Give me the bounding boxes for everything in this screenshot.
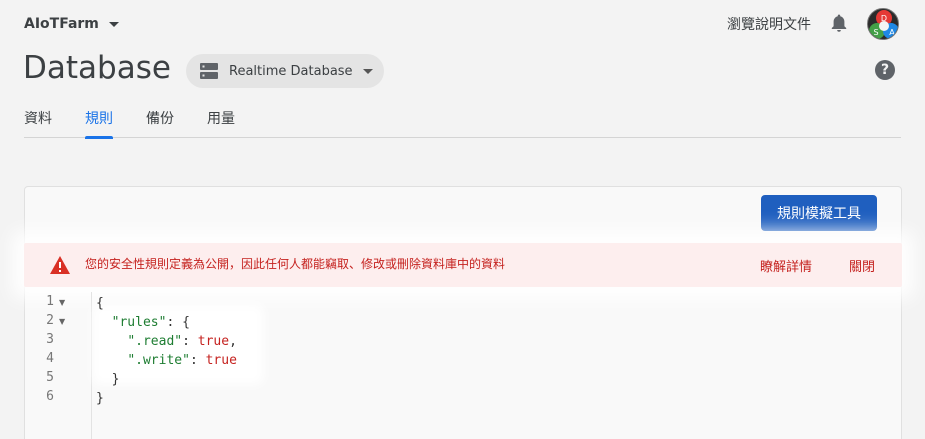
code-brace: }: [96, 391, 104, 406]
code-key: ".write": [127, 353, 190, 368]
warning-icon: [50, 256, 70, 274]
user-avatar[interactable]: D S A: [867, 8, 899, 40]
chevron-down-icon: [362, 68, 373, 74]
avatar-letter-a: A: [889, 28, 895, 37]
database-selector[interactable]: Realtime Database: [186, 54, 384, 88]
code-punct: :: [189, 353, 206, 368]
code-value: true: [205, 353, 237, 368]
code-line-2[interactable]: "rules": {: [96, 313, 190, 332]
fold-toggle-icon[interactable]: ▼: [59, 317, 65, 326]
line-number: 1: [46, 294, 54, 309]
chevron-down-icon: [108, 21, 119, 27]
code-line-6[interactable]: }: [96, 389, 104, 408]
line-number: 5: [46, 370, 54, 385]
database-selector-label: Realtime Database: [229, 63, 353, 79]
project-name: AIoTFarm: [24, 16, 99, 32]
code-key: "rules": [111, 315, 167, 330]
line-number: 6: [46, 389, 54, 404]
database-icon: [200, 63, 218, 79]
line-number: 3: [46, 332, 54, 347]
code-punct: :: [182, 334, 198, 349]
tab-rules[interactable]: 規則: [85, 108, 113, 139]
tab-bar: 資料 規則 備份 用量: [24, 108, 901, 139]
code-line-1[interactable]: {: [96, 294, 104, 313]
tab-usage[interactable]: 用量: [207, 108, 235, 138]
bell-icon[interactable]: [830, 13, 848, 33]
code-line-4[interactable]: ".write": true: [96, 351, 237, 370]
avatar-letter-s: S: [873, 28, 878, 37]
code-brace: }: [111, 372, 120, 387]
code-punct: ,: [229, 334, 237, 349]
code-punct: : {: [166, 315, 190, 330]
docs-link[interactable]: 瀏覽說明文件: [727, 14, 811, 34]
rules-simulator-button[interactable]: 規則模擬工具: [761, 195, 877, 231]
code-brace: {: [96, 296, 104, 311]
security-warning-banner: 您的安全性規則定義為公開，因此任何人都能竊取、修改或刪除資料庫中的資料 瞭解詳情…: [24, 243, 902, 287]
avatar-letter-d: D: [881, 14, 887, 23]
warning-message: 您的安全性規則定義為公開，因此任何人都能竊取、修改或刪除資料庫中的資料: [85, 257, 506, 271]
tab-backups[interactable]: 備份: [146, 108, 174, 138]
code-line-3[interactable]: ".read": true,: [96, 332, 237, 351]
tab-data[interactable]: 資料: [24, 108, 52, 138]
line-number: 4: [46, 351, 54, 366]
learn-more-link[interactable]: 瞭解詳情: [760, 256, 812, 275]
line-number: 2: [46, 313, 54, 328]
code-value: true: [197, 334, 230, 349]
page-title: Database: [23, 50, 171, 86]
dismiss-button[interactable]: 關閉: [849, 256, 875, 275]
help-icon[interactable]: ?: [875, 60, 895, 80]
fold-toggle-icon[interactable]: ▼: [59, 298, 65, 307]
code-key: ".read": [127, 334, 183, 349]
code-line-5[interactable]: }: [96, 370, 120, 389]
project-selector[interactable]: AIoTFarm: [24, 14, 119, 34]
firebase-console: AIoTFarm 瀏覽說明文件 D S A Database Realtime …: [0, 0, 925, 439]
